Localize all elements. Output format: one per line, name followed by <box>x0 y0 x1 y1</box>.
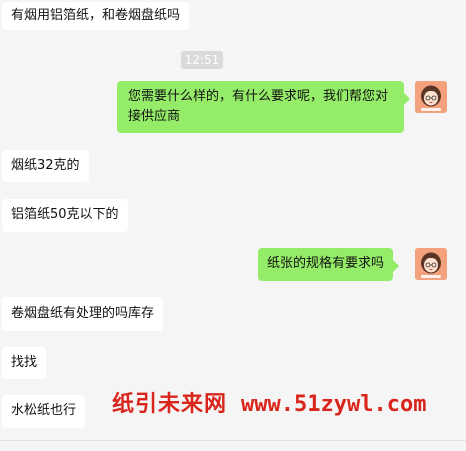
divider <box>0 440 466 441</box>
watermark: 纸引未来网 www.51zywl.com <box>112 390 426 420</box>
message-outgoing[interactable]: 纸张的规格有要求吗 <box>258 248 400 281</box>
timestamp: 12:51 <box>181 51 223 69</box>
watermark-brand: 纸引未来网 <box>112 392 228 417</box>
message-incoming[interactable]: 有烟用铝箔纸，和卷烟盘纸吗 <box>2 2 190 30</box>
avatar[interactable] <box>415 248 447 280</box>
message-outgoing[interactable]: 您需要什么样的，有什么要求呢，我们帮您对接供应商 <box>117 81 410 133</box>
message-incoming[interactable]: 卷烟盘纸有处理的吗库存 <box>2 297 164 331</box>
message-incoming[interactable]: 烟纸32克的 <box>2 150 89 182</box>
avatar[interactable] <box>415 81 447 113</box>
girl-avatar-icon <box>415 248 447 280</box>
message-incoming[interactable]: 找找 <box>2 347 47 379</box>
message-incoming[interactable]: 铝箔纸50克以下的 <box>2 199 128 232</box>
message-incoming[interactable]: 水松纸也行 <box>2 395 86 428</box>
girl-avatar-icon <box>415 81 447 113</box>
watermark-url: www.51zywl.com <box>241 392 427 417</box>
